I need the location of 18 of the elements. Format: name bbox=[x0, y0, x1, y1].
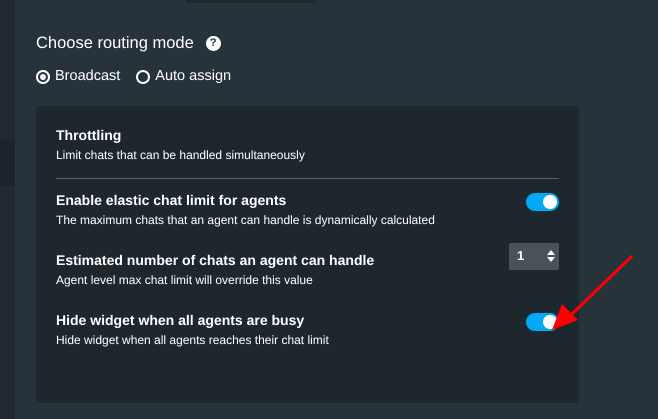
setting-description: Agent level max chat limit will override this value bbox=[56, 272, 314, 288]
toggle-switch[interactable] bbox=[526, 312, 559, 330]
help-icon[interactable]: ? bbox=[206, 36, 221, 51]
toggle-switch[interactable] bbox=[526, 192, 559, 210]
section-description: Limit chats that can be handled simultaneously bbox=[56, 146, 306, 164]
radio-option[interactable]: Auto assign bbox=[136, 66, 232, 88]
setting-description: The maximum chats that an agent can handle is dynamically calculated bbox=[56, 212, 435, 228]
setting-description: Hide widget when all agents reaches their chat limit bbox=[56, 332, 329, 348]
radio-icon[interactable] bbox=[36, 70, 50, 84]
section-title: Throttling bbox=[56, 126, 122, 144]
spinner-icon[interactable] bbox=[547, 250, 555, 262]
radio-icon[interactable] bbox=[136, 70, 150, 84]
setting-title: Hide widget when all agents are busy bbox=[56, 310, 306, 328]
section-heading: Choose routing mode bbox=[36, 33, 194, 54]
setting-title: Estimated number of chats an agent can handle bbox=[56, 250, 374, 268]
number-field[interactable]: 1 bbox=[509, 242, 559, 270]
setting-title: Enable elastic chat limit for agents bbox=[56, 190, 288, 208]
radio-option[interactable]: Broadcast bbox=[36, 66, 120, 88]
